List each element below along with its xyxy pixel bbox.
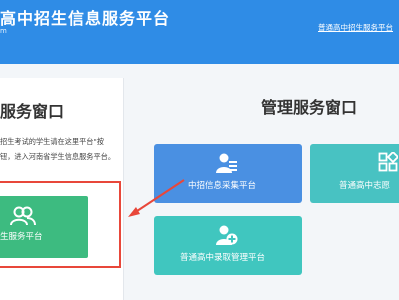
info-collection-platform-label: 中招信息采集平台: [188, 181, 257, 191]
header-platform-link[interactable]: 普通高中招生服务平台: [318, 22, 393, 33]
info-collection-platform-tile[interactable]: 中招信息采集平台: [154, 144, 302, 203]
site-title: 高中招生信息服务平台: [0, 9, 171, 28]
high-school-volunteer-label: 普通高中志愿: [339, 181, 391, 191]
grid-icon: [378, 150, 399, 176]
admission-management-tile[interactable]: 普通高中录取管理平台: [154, 216, 302, 275]
management-panel-title: 管理服务窗口: [261, 98, 358, 117]
student-panel-title: 服务窗口: [0, 102, 65, 121]
site-subtitle: m: [0, 27, 7, 35]
site-header: 高中招生信息服务平台 m 普通高中招生服务平台: [0, 0, 399, 64]
highlight-box: [0, 181, 121, 268]
student-panel-description: 招生考试的学生请在这里平台"按钮，进入河南省学生信息服务平台。: [0, 137, 116, 161]
user-add-icon: [216, 224, 238, 250]
user-list-icon: [216, 152, 238, 178]
admission-management-label: 普通高中录取管理平台: [180, 253, 266, 263]
high-school-volunteer-tile[interactable]: 普通高中志愿: [310, 144, 399, 203]
